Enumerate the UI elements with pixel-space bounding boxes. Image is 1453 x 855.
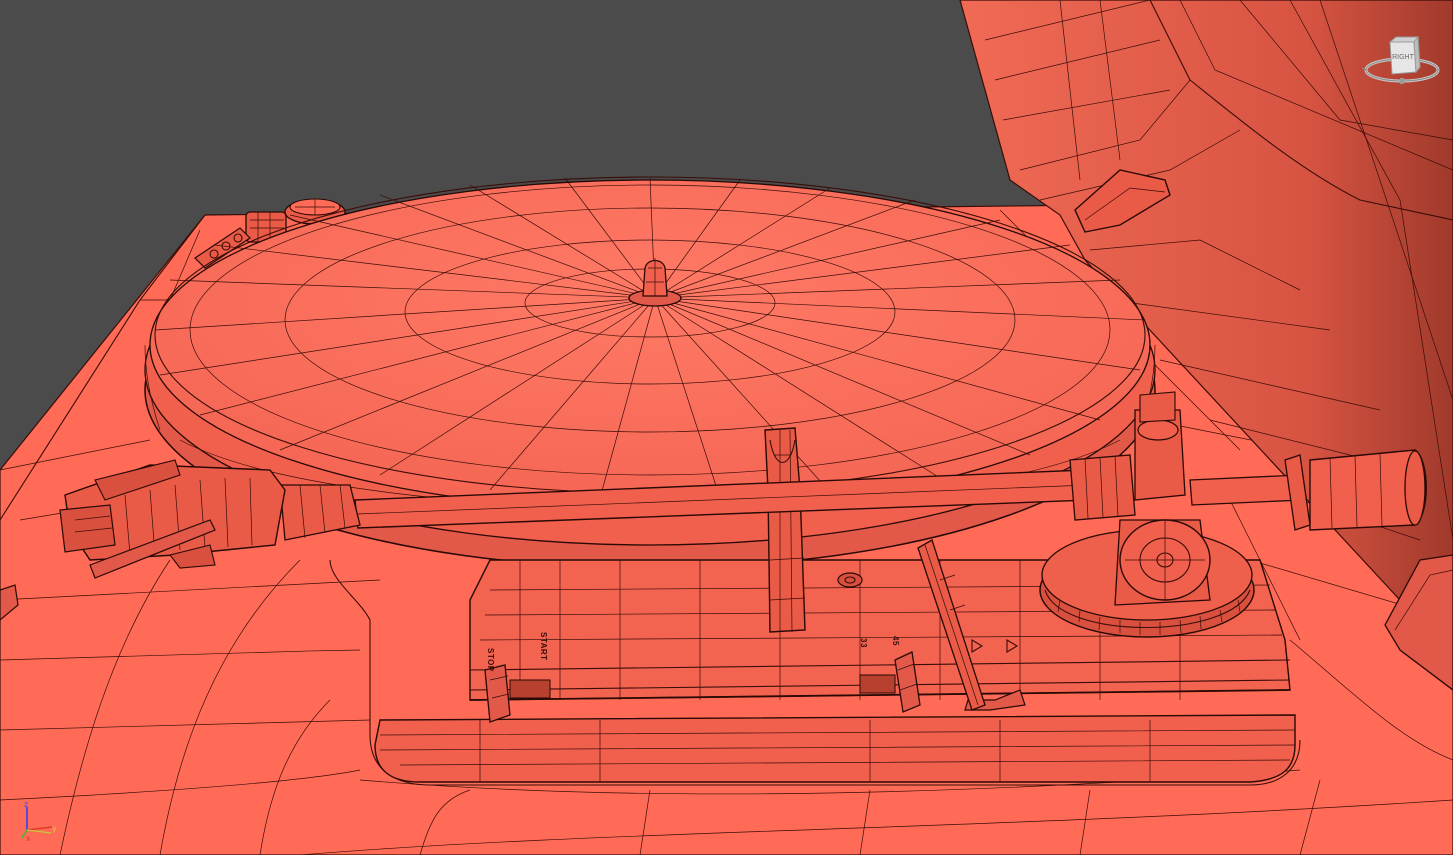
speed-45-label: 45 xyxy=(891,636,900,646)
speed-33-label: 33 xyxy=(859,638,868,648)
axis-x-label: x xyxy=(26,834,31,843)
start-label: START xyxy=(539,632,548,661)
start-stop-switch[interactable] xyxy=(484,664,511,723)
axis-z-label: z xyxy=(24,800,29,809)
viewcube-icon[interactable] xyxy=(1360,32,1440,92)
axis-y-label: y xyxy=(52,824,57,833)
3d-viewport[interactable]: STOP START 33 45 RIGHT z y x xyxy=(0,0,1453,855)
stop-label: STOP xyxy=(486,648,495,672)
turntable-wireframe-model[interactable] xyxy=(0,0,1453,855)
